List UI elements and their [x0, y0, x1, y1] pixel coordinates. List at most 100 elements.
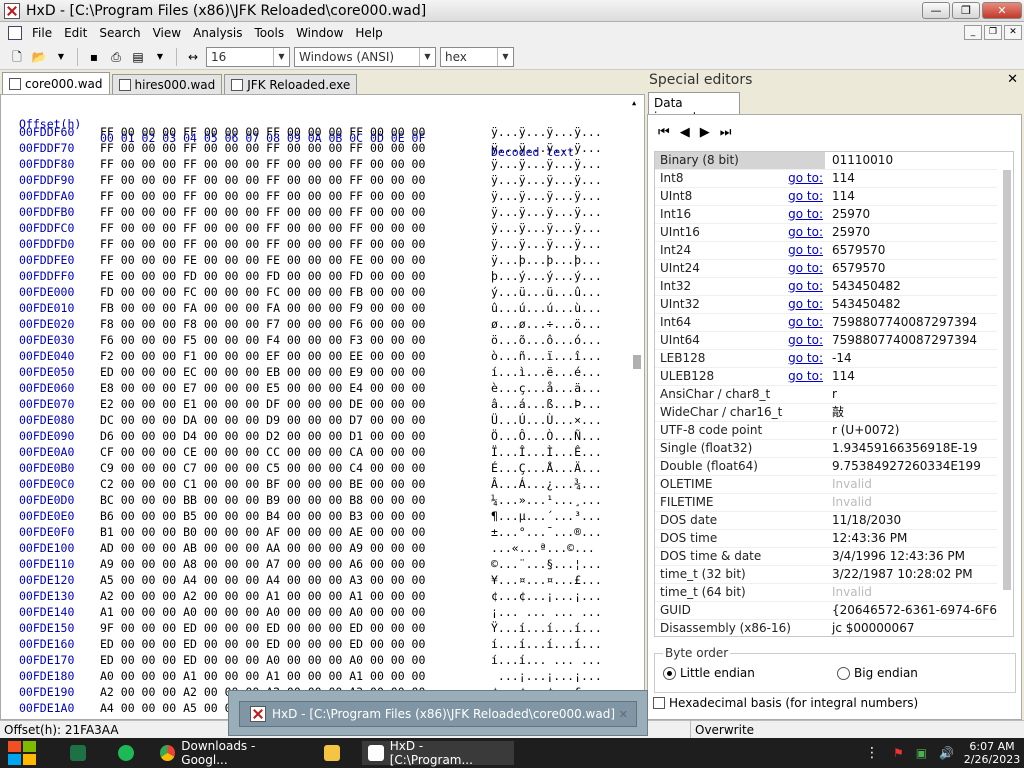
row-decoded-text[interactable]: û...ú...ú...ù...: [491, 301, 602, 315]
inspector-row[interactable]: UTF-8 code point r (U+0072): [655, 422, 997, 440]
row-bytes[interactable]: ED 00 00 00 ED 00 00 00 A0 00 00 00 A0 0…: [100, 653, 425, 667]
row-decoded-text[interactable]: Ï...Î...Ì...Ê...: [491, 445, 602, 459]
flag-icon[interactable]: ⚑: [893, 746, 904, 760]
goto-link[interactable]: go to:: [787, 368, 823, 385]
inspector-value[interactable]: 敲: [830, 404, 997, 421]
inspector-value[interactable]: 6579570: [830, 260, 997, 277]
inspector-value[interactable]: 12:43:36 PM: [830, 530, 997, 547]
inspector-scrollbar[interactable]: [1002, 154, 1012, 634]
row-decoded-text[interactable]: ÿ...ÿ...ÿ...ÿ...: [491, 237, 602, 251]
inspector-row[interactable]: Int64 go to: 7598807740087297394: [655, 314, 997, 332]
taskbar-preview-tooltip[interactable]: HxD - [C:\Program Files (x86)\JFK Reload…: [228, 690, 648, 736]
row-bytes[interactable]: F6 00 00 00 F5 00 00 00 F4 00 00 00 F3 0…: [100, 333, 425, 347]
row-decoded-text[interactable]: â...á...ß...Þ...: [491, 397, 602, 411]
row-bytes[interactable]: FF 00 00 00 FF 00 00 00 FF 00 00 00 FF 0…: [100, 157, 425, 171]
row-bytes[interactable]: FE 00 00 00 FD 00 00 00 FD 00 00 00 FD 0…: [100, 269, 425, 283]
row-bytes[interactable]: FF 00 00 00 FF 00 00 00 FF 00 00 00 FF 0…: [100, 173, 425, 187]
scrollbar-thumb[interactable]: [1003, 170, 1011, 590]
row-bytes[interactable]: FB 00 00 00 FA 00 00 00 FA 00 00 00 F9 0…: [100, 301, 425, 315]
row-bytes[interactable]: A2 00 00 00 A2 00 00 00 A1 00 00 00 A1 0…: [100, 589, 425, 603]
row-decoded-text[interactable]: Ÿ...í...í...í...: [491, 621, 602, 635]
export-icon[interactable]: ▤: [129, 48, 147, 66]
inspector-value[interactable]: 25970: [830, 206, 997, 223]
offset-base-select[interactable]: hex ▼: [440, 46, 514, 67]
inspector-row[interactable]: UInt24 go to: 6579570: [655, 260, 997, 278]
row-bytes[interactable]: ED 00 00 00 ED 00 00 00 ED 00 00 00 ED 0…: [100, 637, 425, 651]
inspector-row[interactable]: UInt16 go to: 25970: [655, 224, 997, 242]
row-decoded-text[interactable]: ¡... ... ... ...: [491, 605, 602, 619]
row-decoded-text[interactable]: ø...ø...÷...ö...: [491, 317, 602, 331]
row-decoded-text[interactable]: ÿ...ÿ...ÿ...ÿ...: [491, 157, 602, 171]
row-bytes[interactable]: DC 00 00 00 DA 00 00 00 D9 00 00 00 D7 0…: [100, 413, 425, 427]
radio-dot[interactable]: [663, 666, 676, 680]
inspector-row[interactable]: Disassembly (x86-16) jc $00000067: [655, 620, 997, 636]
row-bytes[interactable]: AD 00 00 00 AB 00 00 00 AA 00 00 00 A9 0…: [100, 541, 425, 555]
row-decoded-text[interactable]: ý...ü...ü...û...: [491, 285, 602, 299]
row-decoded-text[interactable]: Ö...Ô...Ò...Ñ...: [491, 429, 602, 443]
goto-link[interactable]: go to:: [787, 170, 823, 187]
row-bytes[interactable]: A9 00 00 00 A8 00 00 00 A7 00 00 00 A6 0…: [100, 557, 425, 571]
network-icon[interactable]: ▣: [916, 746, 927, 760]
inspector-value[interactable]: 11/18/2030: [830, 512, 997, 529]
inspector-row[interactable]: DOS time 12:43:36 PM: [655, 530, 997, 548]
open-file-icon[interactable]: 📂: [30, 48, 48, 66]
preview-title-row[interactable]: HxD - [C:\Program Files (x86)\JFK Reload…: [239, 701, 637, 727]
inspector-row[interactable]: GUID {20646572-6361-6974-6F6E-: [655, 602, 997, 620]
previous-icon[interactable]: ◀: [680, 125, 690, 140]
row-decoded-text[interactable]: ÿ...ÿ...ÿ...ÿ...: [491, 125, 602, 139]
mdi-minimize-button[interactable]: _: [964, 25, 982, 40]
row-decoded-text[interactable]: ¼...»...¹...¸...: [491, 493, 602, 507]
menu-edit[interactable]: Edit: [58, 26, 93, 40]
volume-icon[interactable]: 🔊: [939, 746, 954, 760]
close-icon[interactable]: ✕: [1007, 72, 1018, 87]
row-decoded-text[interactable]: Â...Á...¿...¾...: [491, 477, 602, 491]
inspector-row[interactable]: DOS time & date 3/4/1996 12:43:36 PM: [655, 548, 997, 566]
inspector-value[interactable]: 7598807740087297394: [830, 332, 997, 349]
inspector-row[interactable]: UInt8 go to: 114: [655, 188, 997, 206]
inspector-value[interactable]: jc $00000067: [830, 620, 997, 636]
row-bytes[interactable]: E8 00 00 00 E7 00 00 00 E5 00 00 00 E4 0…: [100, 381, 425, 395]
mdi-restore-button[interactable]: ❐: [984, 25, 1002, 40]
inspector-row[interactable]: FILETIME Invalid: [655, 494, 997, 512]
tab-jfk-reloaded-exe[interactable]: JFK Reloaded.exe: [224, 74, 358, 94]
inspector-value[interactable]: 9.75384927260334E199: [830, 458, 997, 475]
inspector-row[interactable]: UInt32 go to: 543450482: [655, 296, 997, 314]
menu-view[interactable]: View: [147, 26, 187, 40]
goto-link[interactable]: go to:: [787, 260, 823, 277]
checkbox-box[interactable]: [653, 697, 665, 709]
row-decoded-text[interactable]: ¶...µ...´...³...: [491, 509, 602, 523]
charset-select[interactable]: Windows (ANSI) ▼: [294, 46, 436, 67]
row-decoded-text[interactable]: ­...«...ª...©...: [491, 541, 595, 555]
taskbar-chrome-downloads[interactable]: Downloads - Googl...: [154, 739, 306, 767]
inspector-value[interactable]: r: [830, 386, 997, 403]
inspector-value[interactable]: 1.93459166356918E-19: [830, 440, 997, 457]
inspector-value[interactable]: 6579570: [830, 242, 997, 259]
row-decoded-text[interactable]: ÿ...þ...þ...þ...: [491, 253, 602, 267]
row-decoded-text[interactable]: ÿ...ÿ...ÿ...ÿ...: [491, 205, 602, 219]
row-bytes[interactable]: FF 00 00 00 FF 00 00 00 FF 00 00 00 FF 0…: [100, 141, 425, 155]
goto-link[interactable]: go to:: [787, 332, 823, 349]
inspector-row[interactable]: WideChar / char16_t 敲: [655, 404, 997, 422]
goto-link[interactable]: go to:: [787, 224, 823, 241]
row-decoded-text[interactable]: ÿ...ÿ...ÿ...ÿ...: [491, 141, 602, 155]
big-endian-radio[interactable]: Big endian: [837, 666, 918, 680]
last-icon[interactable]: ⏭: [720, 125, 732, 140]
scroll-up-icon[interactable]: ▲: [632, 99, 636, 107]
menu-search[interactable]: Search: [93, 26, 146, 40]
goto-link[interactable]: go to:: [787, 314, 823, 331]
minimize-button[interactable]: —: [922, 2, 950, 19]
inspector-row[interactable]: Double (float64) 9.75384927260334E199: [655, 458, 997, 476]
inspector-row[interactable]: Int32 go to: 543450482: [655, 278, 997, 296]
inspector-value[interactable]: 3/4/1996 12:43:36 PM: [830, 548, 997, 565]
row-bytes[interactable]: B1 00 00 00 B0 00 00 00 AF 00 00 00 AE 0…: [100, 525, 425, 539]
inspector-value[interactable]: r (U+0072): [830, 422, 997, 439]
row-bytes[interactable]: ED 00 00 00 EC 00 00 00 EB 00 00 00 E9 0…: [100, 365, 425, 379]
bytes-per-row-select[interactable]: 16 ▼: [206, 46, 290, 67]
goto-link[interactable]: go to:: [787, 188, 823, 205]
row-bytes[interactable]: E2 00 00 00 E1 00 00 00 DF 00 00 00 DE 0…: [100, 397, 425, 411]
export-dropdown-icon[interactable]: ▼: [151, 48, 169, 66]
taskbar-hxd-app[interactable]: HxD - [C:\Program...: [362, 739, 514, 767]
menu-file[interactable]: File: [26, 26, 58, 40]
row-bytes[interactable]: FF 00 00 00 FF 00 00 00 FF 00 00 00 FF 0…: [100, 205, 425, 219]
row-decoded-text[interactable]: É...Ç...Å...Ä...: [491, 461, 602, 475]
